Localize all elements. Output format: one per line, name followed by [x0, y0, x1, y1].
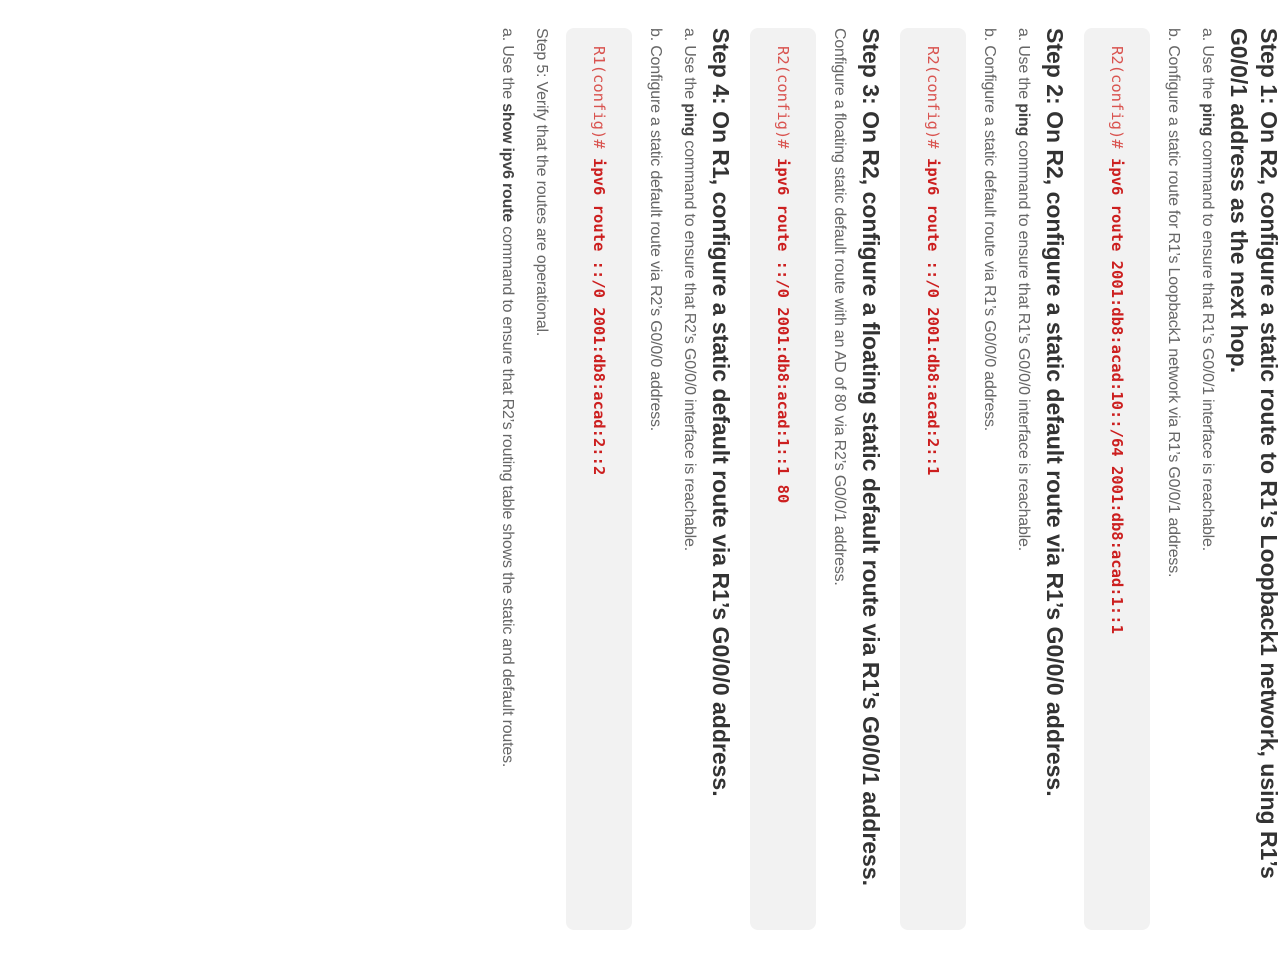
step-5-a-suffix: command to ensure that R2’s routing tabl… [499, 222, 516, 768]
step-4-cli-prompt: R1(config)# [590, 46, 608, 149]
step-1-instruction-b: b. Configure a static route for R1’s Loo… [1165, 28, 1182, 578]
step-5-instruction-a: a. Use the show ipv6 route command to en… [496, 28, 518, 950]
step-3-cli-command: ipv6 route ::/0 2001:db8:acad:1::1 80 [774, 158, 792, 504]
step-5-a-command-keyword: show ipv6 route [499, 103, 516, 222]
step-4-a-suffix: command to ensure that R2’s G0/0/0 inter… [681, 136, 698, 551]
step-1-a-prefix: a. Use the [1199, 28, 1216, 104]
step-1-section: Step 1: On R2, configure a static route … [1084, 28, 1284, 950]
step-3-instruction: Configure a floating static default rout… [831, 28, 848, 586]
step-2-instruction-b: b. Configure a static default route via … [981, 28, 998, 432]
step-3-code-block: R2(config)# ipv6 route ::/0 2001:db8:aca… [750, 28, 816, 930]
step-4-instruction-a: a. Use the ping command to ensure that R… [678, 28, 700, 950]
step-4-a-command-keyword: ping [681, 103, 698, 137]
page-viewport: Step 1: On R2, configure a static route … [0, 0, 1288, 964]
step-1-cli-prompt: R2(config)# [1108, 46, 1126, 149]
step-4-section: Step 4: On R1, configure a static defaul… [566, 28, 736, 950]
step-4-code-block: R1(config)# ipv6 route ::/0 2001:db8:aca… [566, 28, 632, 930]
step-2-section: Step 2: On R2, configure a static defaul… [900, 28, 1070, 950]
step-5-heading: Step 5: Verify that the routes are opera… [533, 28, 550, 337]
step-2-code-block: R2(config)# ipv6 route ::/0 2001:db8:aca… [900, 28, 966, 930]
step-2-a-suffix: command to ensure that R1’s G0/0/0 inter… [1015, 136, 1032, 551]
step-5-a-prefix: a. Use the [499, 28, 516, 104]
step-5-section: Step 5: Verify that the routes are opera… [496, 28, 552, 950]
step-1-code-block: R2(config)# ipv6 route 2001:db8:acad:10:… [1084, 28, 1150, 930]
step-4-cli-command: ipv6 route ::/0 2001:db8:acad:2::2 [590, 158, 608, 476]
step-3-section: Step 3: On R2, configure a floating stat… [750, 28, 886, 950]
step-1-a-command-keyword: ping [1199, 103, 1216, 137]
step-1-heading: Step 1: On R2, configure a static route … [1226, 28, 1282, 879]
step-2-cli-command: ipv6 route ::/0 2001:db8:acad:2::1 [924, 158, 942, 476]
step-4-heading: Step 4: On R1, configure a static defaul… [708, 28, 734, 797]
step-1-cli-command: ipv6 route 2001:db8:acad:10::/64 2001:db… [1108, 158, 1126, 634]
step-4-instruction-b: b. Configure a static default route via … [647, 28, 664, 432]
step-3-heading: Step 3: On R2, configure a floating stat… [858, 28, 884, 887]
step-2-instruction-a: a. Use the ping command to ensure that R… [1012, 28, 1034, 950]
step-1-a-suffix: command to ensure that R1’s G0/0/1 inter… [1199, 136, 1216, 551]
step-2-heading: Step 2: On R2, configure a static defaul… [1042, 28, 1068, 797]
step-2-cli-prompt: R2(config)# [924, 46, 942, 149]
lab-document: Step 1: On R2, configure a static route … [0, 0, 1288, 950]
step-3-cli-prompt: R2(config)# [774, 46, 792, 149]
step-2-a-prefix: a. Use the [1015, 28, 1032, 104]
step-4-a-prefix: a. Use the [681, 28, 698, 104]
step-2-a-command-keyword: ping [1015, 103, 1032, 137]
step-1-instruction-a: a. Use the ping command to ensure that R… [1196, 28, 1218, 950]
